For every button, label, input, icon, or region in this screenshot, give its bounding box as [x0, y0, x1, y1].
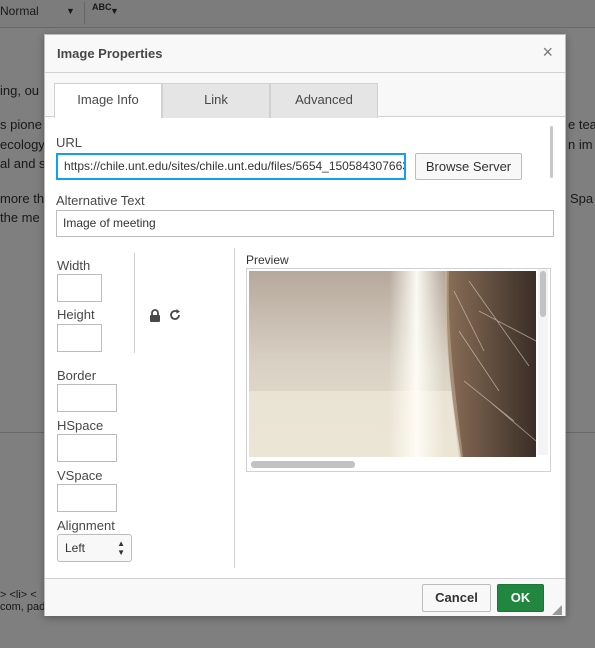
cancel-button[interactable]: Cancel — [422, 584, 491, 612]
alignment-label: Alignment — [57, 518, 115, 533]
height-label: Height — [57, 307, 95, 322]
close-icon[interactable]: × — [542, 43, 553, 61]
preview-label: Preview — [246, 253, 289, 267]
resize-grip-icon[interactable] — [552, 603, 562, 615]
tab-advanced[interactable]: Advanced — [270, 83, 378, 118]
width-field[interactable] — [57, 274, 102, 302]
vspace-label: VSpace — [57, 468, 103, 483]
browse-server-button[interactable]: Browse Server — [415, 153, 522, 180]
preview-pane[interactable] — [246, 268, 551, 472]
border-field[interactable] — [57, 384, 117, 412]
preview-image — [249, 271, 536, 457]
tab-bar: Image Info Link Advanced — [45, 73, 565, 118]
lock-icon[interactable] — [149, 309, 161, 323]
hspace-label: HSpace — [57, 418, 104, 433]
ok-button[interactable]: OK — [497, 584, 544, 612]
alt-text-field[interactable]: Image of meeting — [56, 210, 554, 237]
image-properties-dialog: Image Properties × Image Info Link Advan… — [44, 34, 566, 616]
size-divider — [134, 253, 135, 353]
body-scrollbar[interactable] — [550, 126, 553, 178]
preview-vertical-scrollbar[interactable] — [538, 269, 548, 455]
url-field[interactable]: https://chile.unt.edu/sites/chile.unt.ed… — [56, 153, 406, 180]
preview-horizontal-thumb[interactable] — [251, 461, 355, 468]
tab-image-info[interactable]: Image Info — [54, 83, 162, 118]
height-field[interactable] — [57, 324, 102, 352]
hspace-field[interactable] — [57, 434, 117, 462]
width-label: Width — [57, 258, 91, 273]
reset-size-icon[interactable] — [168, 308, 182, 322]
preview-vertical-thumb[interactable] — [540, 271, 546, 317]
dialog-title-bar[interactable]: Image Properties × — [45, 35, 565, 73]
alt-text-label: Alternative Text — [56, 193, 145, 208]
dialog-body: URL https://chile.unt.edu/sites/chile.un… — [45, 118, 565, 578]
preview-divider — [234, 248, 235, 568]
chevron-down-icon: ▲ ▼ — [117, 539, 125, 557]
alignment-value: Left — [65, 541, 86, 555]
border-label: Border — [57, 368, 97, 383]
url-label: URL — [56, 135, 83, 150]
alignment-select[interactable]: Left ▲ ▼ — [57, 534, 132, 562]
dialog-title: Image Properties — [57, 46, 163, 61]
vspace-field[interactable] — [57, 484, 117, 512]
tab-link[interactable]: Link — [162, 83, 270, 118]
dialog-footer: Cancel OK — [45, 578, 565, 616]
